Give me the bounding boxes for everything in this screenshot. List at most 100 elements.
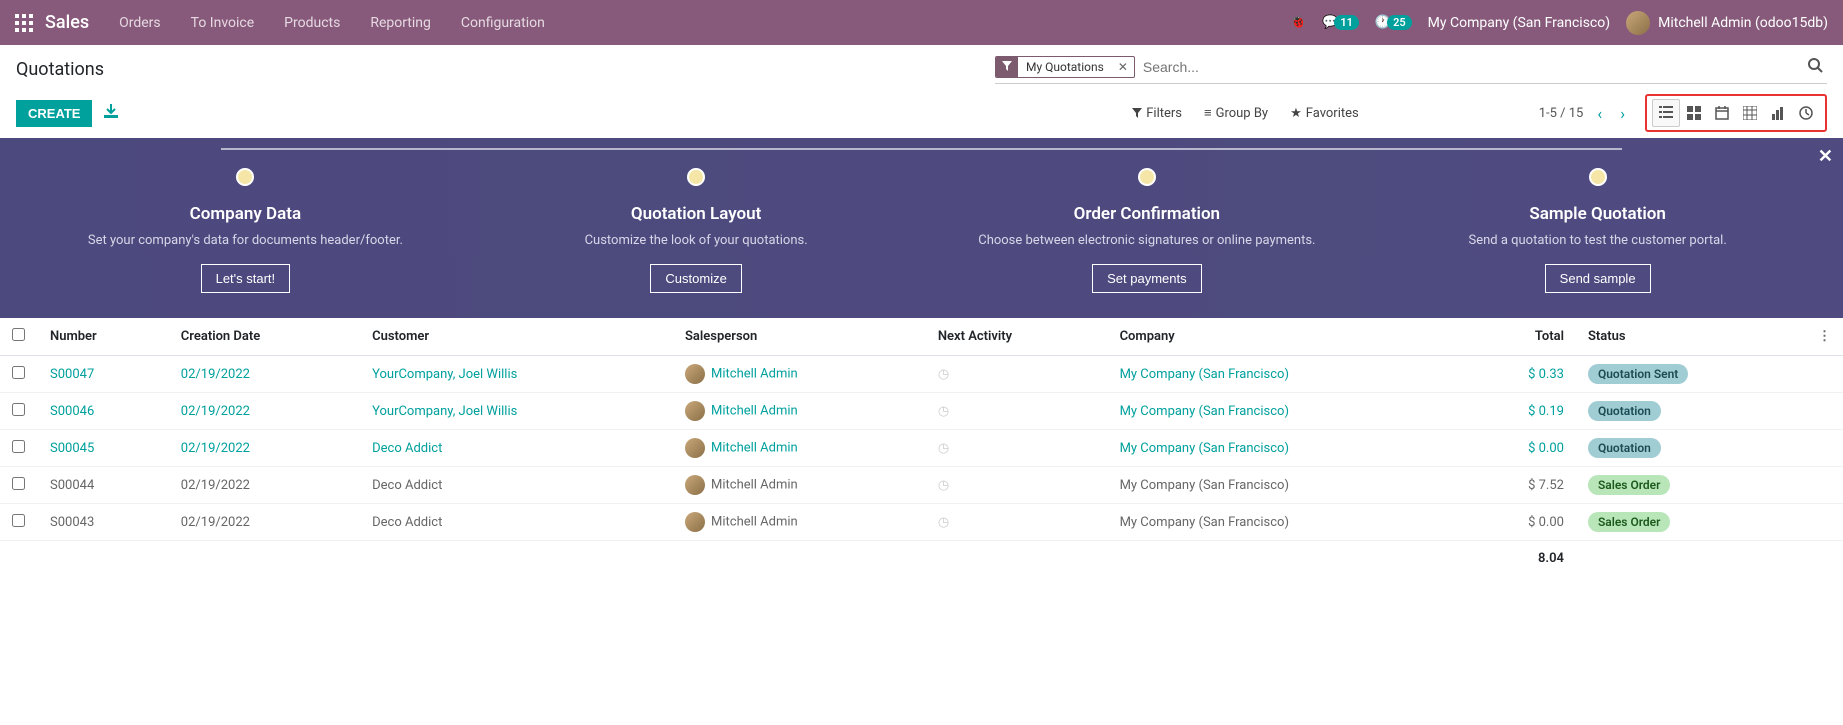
debug-icon[interactable]: 🐞: [1290, 15, 1306, 30]
cell-next-activity[interactable]: ◷: [926, 467, 1108, 504]
facet-remove[interactable]: ✕: [1112, 57, 1134, 77]
cell-company[interactable]: My Company (San Francisco): [1108, 467, 1466, 504]
table-row[interactable]: S00045 02/19/2022 Deco Addict Mitchell A…: [0, 430, 1843, 467]
activity-button[interactable]: 🕐 25: [1375, 15, 1412, 30]
salesperson-avatar: [685, 475, 705, 495]
close-icon[interactable]: ✕: [1818, 146, 1833, 167]
row-checkbox[interactable]: [12, 440, 25, 453]
step-action-button[interactable]: Customize: [650, 264, 741, 293]
col-creation-date[interactable]: Creation Date: [169, 318, 360, 356]
cell-next-activity[interactable]: ◷: [926, 393, 1108, 430]
cell-salesperson[interactable]: Mitchell Admin: [673, 504, 926, 541]
cell-salesperson[interactable]: Mitchell Admin: [673, 356, 926, 393]
cell-salesperson[interactable]: Mitchell Admin: [673, 393, 926, 430]
table-row[interactable]: S00043 02/19/2022 Deco Addict Mitchell A…: [0, 504, 1843, 541]
step-dot: [236, 168, 254, 186]
cell-company[interactable]: My Company (San Francisco): [1108, 356, 1466, 393]
search-options: Filters ≡ Group By ★ Favorites: [1132, 105, 1359, 121]
cell-company[interactable]: My Company (San Francisco): [1108, 393, 1466, 430]
cell-customer[interactable]: Deco Addict: [360, 504, 673, 541]
cell-number[interactable]: S00046: [38, 393, 169, 430]
pager-value[interactable]: 1-5 / 15: [1539, 106, 1584, 121]
import-button[interactable]: [104, 104, 118, 122]
graph-view-button[interactable]: [1764, 99, 1792, 127]
col-next-activity[interactable]: Next Activity: [926, 318, 1108, 356]
cell-customer[interactable]: YourCompany, Joel Willis: [360, 393, 673, 430]
step-title: Quotation Layout: [489, 204, 904, 224]
cell-next-activity[interactable]: ◷: [926, 430, 1108, 467]
pivot-view-button[interactable]: [1736, 99, 1764, 127]
row-checkbox[interactable]: [12, 514, 25, 527]
menu-orders[interactable]: Orders: [119, 15, 161, 31]
user-name: Mitchell Admin (odoo15db): [1658, 15, 1828, 31]
col-customer[interactable]: Customer: [360, 318, 673, 356]
menu-reporting[interactable]: Reporting: [370, 15, 431, 31]
filters-dropdown[interactable]: Filters: [1132, 106, 1182, 121]
list-view-button[interactable]: [1652, 99, 1680, 127]
row-checkbox[interactable]: [12, 403, 25, 416]
search-facet: My Quotations ✕: [995, 56, 1135, 78]
activity-view-button[interactable]: [1792, 99, 1820, 127]
cell-customer[interactable]: YourCompany, Joel Willis: [360, 356, 673, 393]
cell-number[interactable]: S00047: [38, 356, 169, 393]
row-checkbox[interactable]: [12, 366, 25, 379]
main-menu: Orders To Invoice Products Reporting Con…: [119, 15, 545, 31]
status-badge: Sales Order: [1588, 475, 1671, 495]
search-icon[interactable]: [1803, 57, 1827, 77]
pager-next[interactable]: ›: [1616, 104, 1629, 123]
cell-number[interactable]: S00045: [38, 430, 169, 467]
kanban-view-button[interactable]: [1680, 99, 1708, 127]
table-row[interactable]: S00046 02/19/2022 YourCompany, Joel Will…: [0, 393, 1843, 430]
company-switcher[interactable]: My Company (San Francisco): [1428, 15, 1610, 31]
cell-date: 02/19/2022: [169, 430, 360, 467]
step-title: Company Data: [38, 204, 453, 224]
cell-date: 02/19/2022: [169, 467, 360, 504]
select-all-checkbox[interactable]: [12, 328, 25, 341]
create-button[interactable]: CREATE: [16, 100, 92, 127]
user-menu[interactable]: Mitchell Admin (odoo15db): [1626, 11, 1828, 35]
step-line: [221, 148, 1622, 150]
col-company[interactable]: Company: [1108, 318, 1466, 356]
cell-customer[interactable]: Deco Addict: [360, 430, 673, 467]
cell-salesperson[interactable]: Mitchell Admin: [673, 467, 926, 504]
pager-prev[interactable]: ‹: [1593, 104, 1606, 123]
cell-status: Sales Order: [1576, 504, 1806, 541]
topbar: Sales Orders To Invoice Products Reporti…: [0, 0, 1843, 45]
cell-next-activity[interactable]: ◷: [926, 356, 1108, 393]
favorites-label: Favorites: [1306, 106, 1359, 121]
search-input[interactable]: [1135, 55, 1803, 79]
groupby-dropdown[interactable]: ≡ Group By: [1204, 105, 1268, 121]
apps-icon[interactable]: [15, 14, 33, 32]
cell-company[interactable]: My Company (San Francisco): [1108, 430, 1466, 467]
cell-total: $ 0.33: [1465, 356, 1576, 393]
search-box[interactable]: My Quotations ✕: [995, 55, 1827, 84]
col-status[interactable]: Status: [1576, 318, 1806, 356]
quotations-table: Number Creation Date Customer Salesperso…: [0, 318, 1843, 576]
row-checkbox[interactable]: [12, 477, 25, 490]
menu-to-invoice[interactable]: To Invoice: [191, 15, 255, 31]
menu-products[interactable]: Products: [284, 15, 340, 31]
step-action-button[interactable]: Let's start!: [201, 264, 291, 293]
cell-number[interactable]: S00043: [38, 504, 169, 541]
cell-next-activity[interactable]: ◷: [926, 504, 1108, 541]
favorites-dropdown[interactable]: ★ Favorites: [1290, 106, 1359, 121]
col-salesperson[interactable]: Salesperson: [673, 318, 926, 356]
calendar-view-button[interactable]: [1708, 99, 1736, 127]
col-total[interactable]: Total: [1465, 318, 1576, 356]
cell-company[interactable]: My Company (San Francisco): [1108, 504, 1466, 541]
app-title[interactable]: Sales: [45, 12, 89, 33]
cell-customer[interactable]: Deco Addict: [360, 467, 673, 504]
cell-salesperson[interactable]: Mitchell Admin: [673, 430, 926, 467]
menu-configuration[interactable]: Configuration: [461, 15, 545, 31]
table-row[interactable]: S00047 02/19/2022 YourCompany, Joel Will…: [0, 356, 1843, 393]
status-badge: Quotation: [1588, 438, 1661, 458]
step-action-button[interactable]: Send sample: [1545, 264, 1651, 293]
cell-date: 02/19/2022: [169, 356, 360, 393]
clock-icon: ◷: [938, 404, 949, 419]
discuss-button[interactable]: 💬 11: [1322, 15, 1359, 30]
col-options[interactable]: ⋮: [1806, 318, 1843, 356]
col-number[interactable]: Number: [38, 318, 169, 356]
table-row[interactable]: S00044 02/19/2022 Deco Addict Mitchell A…: [0, 467, 1843, 504]
step-action-button[interactable]: Set payments: [1092, 264, 1202, 293]
cell-number[interactable]: S00044: [38, 467, 169, 504]
